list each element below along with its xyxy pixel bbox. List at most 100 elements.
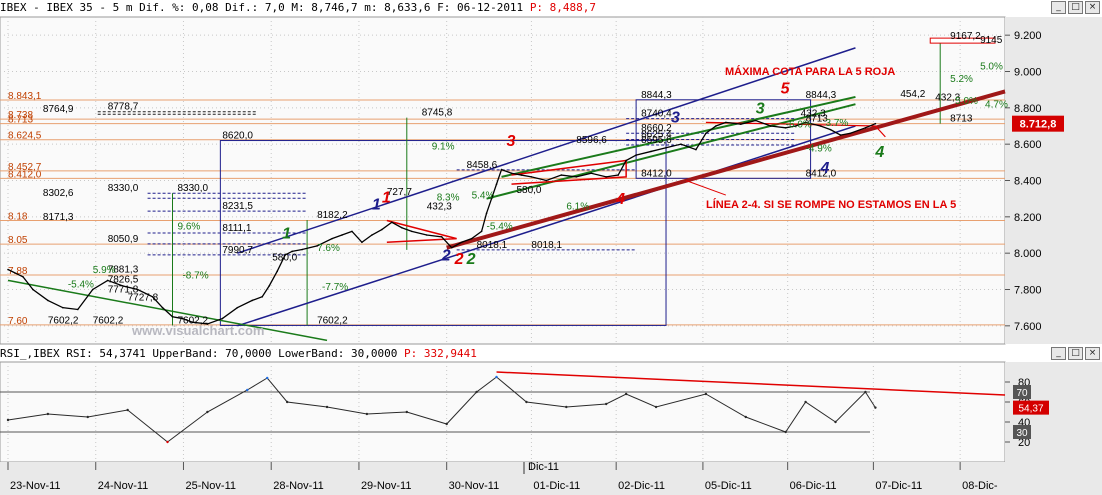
reference-level-label: 8.05 (8, 235, 28, 246)
rsi-point (874, 406, 877, 409)
rsi-point (206, 410, 209, 414)
elliott-wave-number: 2 (466, 251, 476, 268)
rsi-point (834, 420, 837, 424)
price-point (236, 306, 239, 309)
level-value-label: 8412,0 (641, 168, 672, 179)
reference-level-label: 8.843,1 (8, 91, 42, 102)
elliott-wave-number: 3 (756, 100, 765, 117)
price-point (7, 268, 9, 271)
level-value-label: 8740,4 (641, 109, 672, 120)
level-value-label: 8018,1 (477, 240, 508, 251)
price-y-tick-label: 8.800 (1014, 103, 1042, 115)
level-value-label: 8764,9 (43, 104, 74, 115)
price-point (440, 236, 443, 238)
price-y-tick-label: 9.000 (1014, 67, 1042, 79)
x-tick-label: 25-Nov-11 (185, 480, 236, 492)
reference-level-label: 8.713 (8, 115, 33, 126)
level-value-label: 8620,0 (222, 131, 253, 142)
x-tick-label: 08-Dic- (962, 480, 998, 492)
price-point (76, 308, 79, 311)
price-point (695, 148, 697, 151)
rsi-point (126, 408, 129, 412)
note-max-target: MÁXIMA COTA PARA LA 5 ROJA (725, 65, 895, 78)
rsi-point (166, 440, 169, 444)
level-value-label: 8050,9 (108, 234, 139, 245)
elliott-wave-number: 3 (507, 133, 516, 150)
level-value-label: 8458,6 (467, 160, 498, 171)
rsi-point (246, 388, 249, 392)
price-point (665, 147, 667, 149)
current-price-tag: 8.712,8 (1020, 119, 1057, 131)
price-point (500, 168, 503, 171)
level-value-label: 9167,2 (950, 31, 981, 42)
price-y-tick-label: 8.200 (1014, 212, 1042, 224)
rsi-point (365, 412, 369, 416)
level-value-label: 8330,0 (177, 183, 208, 194)
price-point (171, 315, 174, 318)
level-value-label: 8595,6 (641, 135, 672, 146)
reference-level-label: 8.18 (8, 211, 28, 222)
reference-level-label: 8.624,5 (8, 131, 42, 142)
price-point (22, 275, 24, 278)
price-y-tick-label: 9.200 (1014, 30, 1042, 42)
level-value-label: 3.7% (826, 118, 849, 129)
price-y-tick-label: 8.600 (1014, 139, 1042, 151)
level-value-label: 8596,6 (576, 135, 607, 146)
price-point (617, 174, 619, 176)
level-value-label: 8778,7 (108, 102, 139, 113)
price-point (849, 132, 852, 135)
level-value-label: 8844,3 (641, 90, 672, 101)
level-value-label: 8745,8 (422, 108, 453, 119)
price-point (351, 230, 353, 233)
level-value-label: 432,3 (801, 109, 826, 120)
level-value-label: -7.7% (322, 282, 348, 293)
price-point (510, 172, 513, 175)
price-point (425, 234, 428, 236)
level-value-label: 5.0% (955, 96, 978, 107)
x-tick-label: 28-Nov-11 (273, 480, 324, 492)
x-tick-label: 05-Dic-11 (705, 480, 752, 492)
price-point (301, 248, 303, 251)
x-tick-label: 23-Nov-11 (10, 480, 61, 492)
level-value-label: 9.6% (177, 221, 200, 232)
level-value-label: 8018,1 (531, 240, 562, 251)
month-marker-label: Dic-11 (528, 461, 559, 473)
rsi-point (525, 400, 528, 404)
elliott-wave-number: 3 (671, 109, 680, 126)
level-value-label: -5.4% (68, 280, 94, 291)
price-y-tick-label: 8.000 (1014, 248, 1042, 260)
chart-window: IBEX - IBEX 35 - 5 m Dif. %: 0,08 Dif.: … (0, 0, 1102, 495)
price-point (545, 179, 548, 182)
price-point (829, 128, 832, 131)
price-point (47, 299, 49, 302)
x-tick-label: 02-Dic-11 (618, 480, 665, 492)
level-value-label: 5.2% (950, 74, 973, 85)
price-point (874, 122, 877, 125)
elliott-wave-number: 2 (441, 247, 451, 264)
level-value-label: 7727,8 (128, 293, 159, 304)
rsi-point (325, 405, 329, 409)
price-point (839, 134, 842, 136)
reference-level-label: 7.60 (8, 316, 28, 327)
rsi-point (266, 376, 269, 380)
level-value-label: 8111,1 (222, 223, 252, 234)
level-value-label: 8.3% (437, 192, 460, 203)
reference-level-label: 8.412,0 (8, 169, 42, 180)
price-point (460, 241, 463, 244)
level-value-label: 580,0 (516, 185, 541, 196)
level-value-label: 8302,6 (43, 188, 74, 199)
price-and-rsi-chart[interactable]: 8.843,18.7388.7138.624,58.452,78.412,08.… (0, 0, 1102, 495)
level-value-label: -8.7% (182, 270, 208, 281)
x-tick-label: 06-Dic-11 (790, 480, 837, 492)
elliott-wave-number: 1 (382, 189, 391, 206)
price-point (410, 230, 413, 233)
price-point (635, 154, 637, 156)
price-point (221, 317, 224, 320)
rsi-band-lower-tag: 30 (1016, 428, 1028, 439)
level-value-label: 6.1% (566, 201, 589, 212)
level-value-label: 9.1% (432, 141, 455, 152)
elliott-wave-number: 4 (615, 191, 625, 208)
price-point (575, 176, 578, 178)
price-point (650, 150, 652, 153)
price-point (371, 234, 373, 236)
